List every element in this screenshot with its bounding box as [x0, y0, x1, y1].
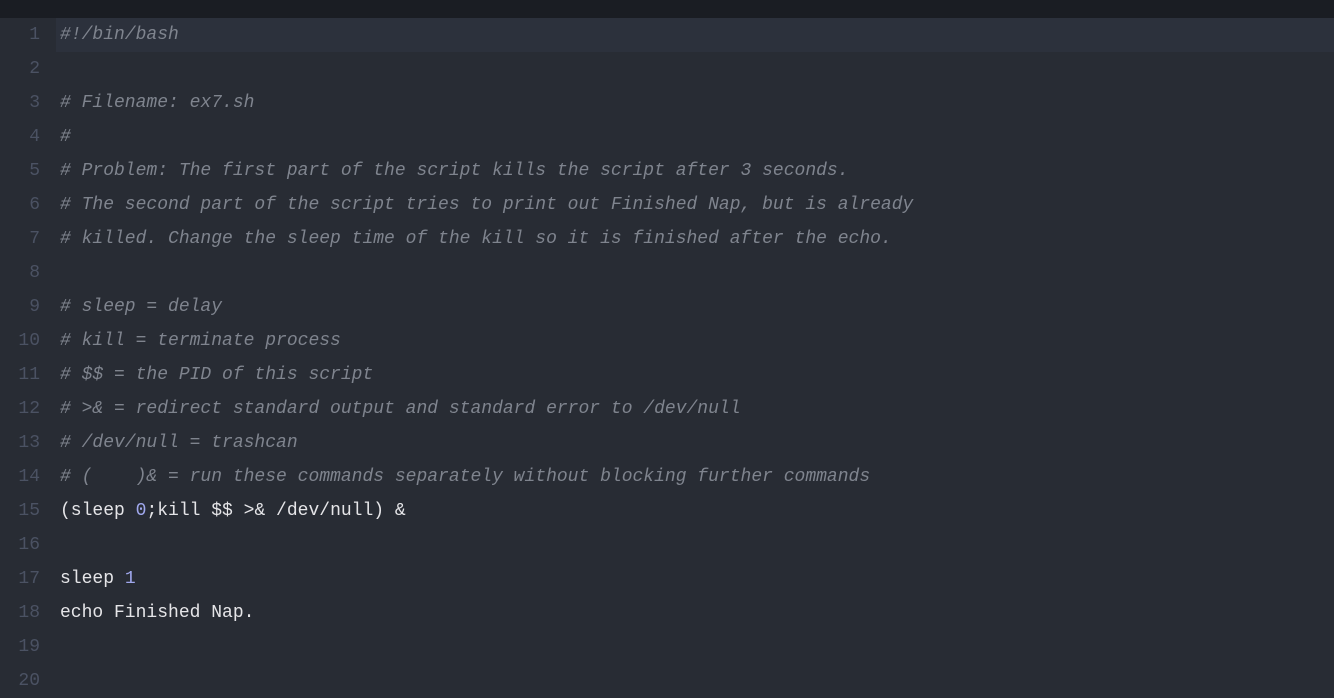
code-line[interactable]: # $$ = the PID of this script [56, 358, 1334, 392]
code-line[interactable]: # Filename: ex7.sh [56, 86, 1334, 120]
code-token-number: 1 [125, 562, 136, 596]
code-token-comment: # >& = redirect standard output and stan… [60, 392, 741, 426]
line-number: 1 [0, 18, 40, 52]
code-line[interactable]: # The second part of the script tries to… [56, 188, 1334, 222]
code-line[interactable] [56, 52, 1334, 86]
line-number: 4 [0, 120, 40, 154]
code-area[interactable]: #!/bin/bash # Filename: ex7.sh## Problem… [56, 18, 1334, 682]
code-token-comment: #!/bin/bash [60, 18, 179, 52]
line-number: 18 [0, 596, 40, 630]
code-token-comment: # The second part of the script tries to… [60, 188, 913, 222]
line-number-gutter: 1234567891011121314151617181920 [0, 18, 56, 682]
line-number: 14 [0, 460, 40, 494]
code-token-plain: ;kill $$ >& /dev/null) & [146, 494, 405, 528]
code-token-plain: echo Finished Nap. [60, 596, 254, 630]
line-number: 13 [0, 426, 40, 460]
code-line[interactable] [56, 256, 1334, 290]
line-number: 3 [0, 86, 40, 120]
code-line[interactable]: #!/bin/bash [56, 18, 1334, 52]
code-token-plain: (sleep [60, 494, 136, 528]
code-line[interactable]: # /dev/null = trashcan [56, 426, 1334, 460]
code-line[interactable]: # killed. Change the sleep time of the k… [56, 222, 1334, 256]
editor-top-bar [0, 0, 1334, 18]
code-token-comment: # sleep = delay [60, 290, 222, 324]
code-editor[interactable]: 1234567891011121314151617181920 #!/bin/b… [0, 18, 1334, 682]
line-number: 2 [0, 52, 40, 86]
code-token-comment: # /dev/null = trashcan [60, 426, 298, 460]
code-token-comment: # kill = terminate process [60, 324, 341, 358]
code-token-comment: # [60, 120, 71, 154]
line-number: 20 [0, 664, 40, 698]
line-number: 16 [0, 528, 40, 562]
line-number: 12 [0, 392, 40, 426]
code-line[interactable]: # ( )& = run these commands separately w… [56, 460, 1334, 494]
code-line[interactable] [56, 528, 1334, 562]
line-number: 15 [0, 494, 40, 528]
code-token-comment: # $$ = the PID of this script [60, 358, 373, 392]
line-number: 6 [0, 188, 40, 222]
line-number: 7 [0, 222, 40, 256]
code-line[interactable]: sleep 1 [56, 562, 1334, 596]
code-line[interactable]: # Problem: The first part of the script … [56, 154, 1334, 188]
line-number: 19 [0, 630, 40, 664]
code-token-comment: # Problem: The first part of the script … [60, 154, 849, 188]
line-number: 11 [0, 358, 40, 392]
code-token-comment: # killed. Change the sleep time of the k… [60, 222, 892, 256]
code-line[interactable] [56, 664, 1334, 698]
code-token-comment: # Filename: ex7.sh [60, 86, 254, 120]
code-line[interactable]: # sleep = delay [56, 290, 1334, 324]
line-number: 10 [0, 324, 40, 358]
code-line[interactable] [56, 630, 1334, 664]
code-token-number: 0 [136, 494, 147, 528]
code-token-plain: sleep [60, 562, 125, 596]
line-number: 8 [0, 256, 40, 290]
line-number: 17 [0, 562, 40, 596]
code-line[interactable]: # >& = redirect standard output and stan… [56, 392, 1334, 426]
line-number: 9 [0, 290, 40, 324]
code-line[interactable]: # kill = terminate process [56, 324, 1334, 358]
line-number: 5 [0, 154, 40, 188]
code-line[interactable]: echo Finished Nap. [56, 596, 1334, 630]
code-line[interactable]: # [56, 120, 1334, 154]
code-line[interactable]: (sleep 0;kill $$ >& /dev/null) & [56, 494, 1334, 528]
code-token-comment: # ( )& = run these commands separately w… [60, 460, 870, 494]
